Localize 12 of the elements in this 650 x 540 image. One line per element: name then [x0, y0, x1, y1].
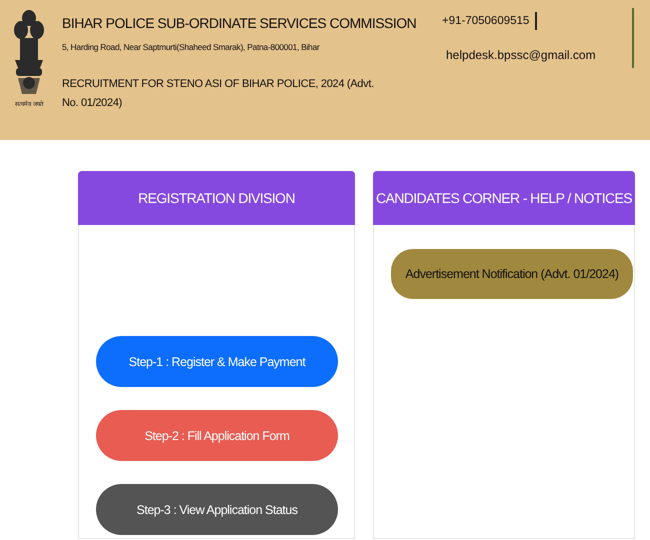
step-button[interactable]: Step-3 : View Application Status [96, 484, 338, 535]
phone-number: +91-7050609515 [442, 15, 530, 27]
panel-header: REGISTRATION DIVISION [78, 171, 355, 225]
recruitment-title: RECRUITMENT FOR STENO ASI OF BIHAR POLICE, 2024 (Advt. No. 01/2024) [62, 77, 375, 111]
site-title: BIHAR POLICE SUB-ORDINATE SERVICES COMMISSION [62, 14, 418, 32]
panel-header: CANDIDATES CORNER - HELP / NOTICES [373, 171, 635, 225]
email-address: helpdesk.bpssc@gmail.com [446, 48, 597, 62]
step-button[interactable]: Step-2 : Fill Application Form [96, 410, 338, 461]
address-text: 5, Harding Road, Near Saptmurti(Shaheed Smarak), Patna-800001, Bihar [62, 42, 320, 52]
emblem-icon [12, 8, 46, 96]
step-button[interactable]: Step-1 : Register & Make Payment [96, 336, 338, 387]
notice-button[interactable]: Advertisement Notification (Advt. 01/2024) [391, 249, 633, 299]
